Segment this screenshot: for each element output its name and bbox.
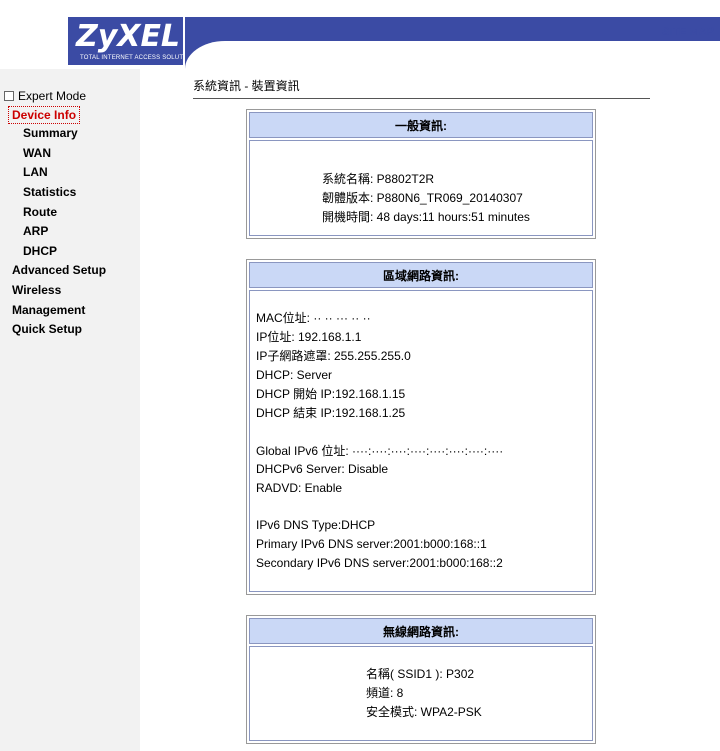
primary-ipv6-dns: Primary IPv6 DNS server:2001:b000:168::1 xyxy=(256,537,487,551)
sidebar-item-advanced-setup[interactable]: Advanced Setup xyxy=(12,262,106,278)
sidebar-item-lan[interactable]: LAN xyxy=(23,164,48,180)
sidebar-item-quick-setup[interactable]: Quick Setup xyxy=(12,321,82,337)
sidebar-item-management[interactable]: Management xyxy=(12,302,85,318)
header-bar xyxy=(185,17,720,41)
lan-info-body: MAC位址: ·· ·· ··· ·· ·· IP位址: 192.168.1.1… xyxy=(249,290,593,592)
subnet-mask: IP子網路遮罩: 255.255.255.0 xyxy=(256,349,411,363)
dhcpv6-server: DHCPv6 Server: Disable xyxy=(256,462,389,476)
wireless-ssid: 名稱( SSID1 ): P302 xyxy=(366,667,475,681)
expert-mode-checkbox[interactable] xyxy=(4,91,14,101)
sidebar-item-route[interactable]: Route xyxy=(23,204,57,220)
uptime: 開機時間: 48 days:11 hours:51 minutes xyxy=(322,210,530,224)
sidebar-item-arp[interactable]: ARP xyxy=(23,223,48,239)
ip-address: IP位址: 192.168.1.1 xyxy=(256,330,362,344)
lan-info-heading: 區域網路資訊: xyxy=(249,262,593,288)
wireless-security: 安全模式: WPA2-PSK xyxy=(366,705,482,719)
sidebar: Expert Mode Device Info Summary WAN LAN … xyxy=(0,69,140,751)
sidebar-item-device-info[interactable]: Device Info xyxy=(8,106,81,124)
page-title: 系統資訊 - 裝置資訊 xyxy=(193,79,300,93)
expert-mode-label: Expert Mode xyxy=(18,89,87,103)
global-ipv6-address: Global IPv6 位址: ····:····:····:····:····… xyxy=(256,444,504,458)
title-divider xyxy=(193,98,650,99)
general-info-body: 系統名稱: P8802T2R 韌體版本: P880N6_TR069_201403… xyxy=(249,140,593,236)
lan-info-panel: 區域網路資訊: MAC位址: ·· ·· ··· ·· ·· IP位址: 192… xyxy=(246,259,596,595)
zyxel-logo[interactable]: ZyXEL TOTAL INTERNET ACCESS SOLUTION xyxy=(68,17,194,65)
dhcp-start-ip: DHCP 開始 IP:192.168.1.15 xyxy=(256,387,406,401)
sidebar-item-statistics[interactable]: Statistics xyxy=(23,184,76,200)
secondary-ipv6-dns: Secondary IPv6 DNS server:2001:b000:168:… xyxy=(256,556,503,570)
firmware-version: 韌體版本: P880N6_TR069_20140307 xyxy=(322,191,523,205)
logo-text: ZyXEL xyxy=(76,19,181,54)
wireless-info-panel: 無線網路資訊: 名稱( SSID1 ): P302 頻道: 8 安全模式: WP… xyxy=(246,615,596,744)
sidebar-item-summary[interactable]: Summary xyxy=(23,125,78,141)
ipv6-dns-type: IPv6 DNS Type:DHCP xyxy=(256,518,376,532)
site-map-link[interactable]: SITE MAP xyxy=(662,26,714,38)
logo-area: ZyXEL TOTAL INTERNET ACCESS SOLUTION xyxy=(0,0,194,69)
dhcp-mode: DHCP: Server xyxy=(256,368,333,382)
mac-address: MAC位址: ·· ·· ··· ·· ·· xyxy=(256,311,371,325)
dhcp-end-ip: DHCP 結束 IP:192.168.1.25 xyxy=(256,406,406,420)
system-name: 系統名稱: P8802T2R xyxy=(322,172,435,186)
sidebar-item-dhcp[interactable]: DHCP xyxy=(23,243,57,259)
sidebar-item-wan[interactable]: WAN xyxy=(23,145,51,161)
wireless-info-body: 名稱( SSID1 ): P302 頻道: 8 安全模式: WPA2-PSK xyxy=(249,646,593,741)
general-info-panel: 一般資訊: 系統名稱: P8802T2R 韌體版本: P880N6_TR069_… xyxy=(246,109,596,239)
expert-mode-toggle[interactable]: Expert Mode xyxy=(4,88,86,104)
radvd-status: RADVD: Enable xyxy=(256,481,343,495)
logo-tagline: TOTAL INTERNET ACCESS SOLUTION xyxy=(80,55,195,61)
wireless-channel: 頻道: 8 xyxy=(366,686,404,700)
general-info-heading: 一般資訊: xyxy=(249,112,593,138)
sidebar-item-wireless[interactable]: Wireless xyxy=(12,282,61,298)
wireless-info-heading: 無線網路資訊: xyxy=(249,618,593,644)
